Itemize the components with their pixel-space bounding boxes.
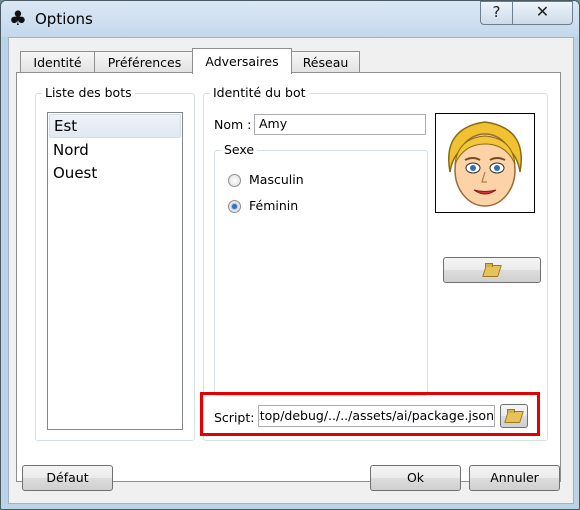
avatar-face-icon	[448, 121, 522, 207]
avatar	[435, 113, 535, 213]
tab-reseau[interactable]: Réseau	[291, 51, 360, 73]
feminin-label: Féminin	[249, 198, 299, 213]
sex-group-title: Sexe	[221, 142, 258, 158]
window-title: Options	[35, 10, 93, 28]
bots-group: Liste des bots Est Nord Ouest	[35, 85, 195, 441]
bots-listbox[interactable]: Est Nord Ouest	[47, 112, 183, 430]
list-item[interactable]: Nord	[49, 139, 181, 161]
radio-masculin[interactable]	[228, 174, 241, 187]
list-item[interactable]: Ouest	[49, 162, 181, 184]
script-highlight-box	[200, 392, 540, 436]
bots-group-title: Liste des bots	[42, 85, 135, 101]
help-button[interactable]: ?	[480, 1, 513, 25]
name-field[interactable]: Amy	[254, 114, 426, 135]
list-item[interactable]: Est	[49, 114, 181, 138]
default-button[interactable]: Défaut	[22, 465, 113, 491]
tab-preferences[interactable]: Préférences	[94, 51, 195, 73]
name-label: Nom :	[214, 117, 252, 132]
browse-avatar-button[interactable]	[443, 257, 541, 283]
bot-identity-title: Identité du bot	[210, 85, 309, 101]
folder-icon	[483, 263, 501, 277]
title-bar[interactable]: ♣ Options ? ✕	[1, 1, 579, 37]
club-icon: ♣	[9, 6, 27, 30]
tab-adversaires[interactable]: Adversaires	[192, 48, 292, 74]
sex-group: Sexe Masculin Féminin	[214, 142, 428, 396]
tab-identite[interactable]: Identité	[20, 51, 95, 73]
masculin-label: Masculin	[249, 172, 304, 187]
radio-feminin[interactable]	[228, 200, 241, 213]
close-button[interactable]: ✕	[512, 1, 573, 25]
cancel-button[interactable]: Annuler	[469, 465, 560, 491]
ok-button[interactable]: Ok	[370, 465, 461, 491]
